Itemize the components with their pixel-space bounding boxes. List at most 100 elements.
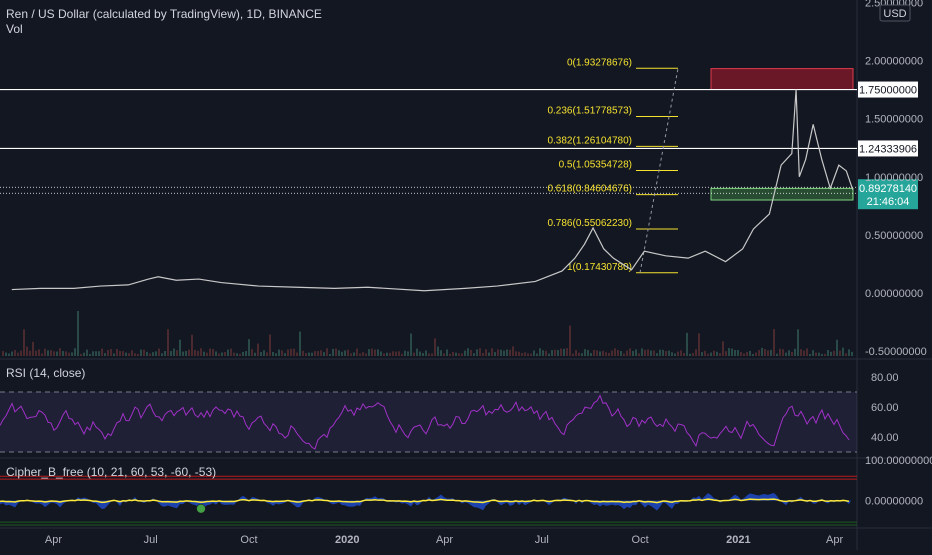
resistance-zone[interactable] bbox=[711, 69, 853, 90]
volume-bar bbox=[236, 353, 238, 356]
volume-bar bbox=[827, 350, 829, 356]
currency-badge[interactable]: USD bbox=[880, 5, 910, 21]
volume-bar bbox=[578, 353, 580, 356]
volume-bar bbox=[686, 333, 688, 356]
volume-bar bbox=[788, 350, 790, 356]
volume-bar bbox=[560, 349, 562, 356]
volume-bar bbox=[194, 350, 196, 356]
volume-bar bbox=[605, 352, 607, 356]
volume-bar bbox=[617, 350, 619, 356]
volume-bar bbox=[641, 348, 643, 356]
volume-bar bbox=[278, 350, 280, 356]
volume-bar bbox=[785, 353, 787, 356]
volume-bar bbox=[602, 351, 604, 356]
volume-bar bbox=[674, 353, 676, 356]
volume-bar bbox=[503, 351, 505, 356]
volume-bar bbox=[368, 349, 370, 356]
volume-bar bbox=[275, 353, 277, 356]
cipher-buy-dot bbox=[197, 504, 206, 513]
volume-bar bbox=[797, 329, 799, 356]
volume-bar bbox=[266, 352, 268, 356]
volume-bar bbox=[413, 353, 415, 356]
volume-bars bbox=[2, 311, 853, 356]
volume-bar bbox=[287, 349, 289, 356]
volume-bar bbox=[155, 351, 157, 356]
volume-bar bbox=[149, 354, 151, 356]
volume-bar bbox=[314, 351, 316, 356]
volume-bar bbox=[284, 353, 286, 356]
volume-bar bbox=[497, 349, 499, 356]
volume-bar bbox=[728, 348, 730, 356]
price-axis-tick: 1.50000000 bbox=[865, 114, 923, 126]
chart-canvas: 1.750000001.243339060.86000000 0(1.93278… bbox=[0, 0, 932, 550]
volume-bar bbox=[803, 351, 805, 356]
volume-bar bbox=[470, 350, 472, 356]
currency-label: USD bbox=[883, 8, 906, 20]
volume-bar bbox=[71, 352, 73, 356]
volume-bar bbox=[596, 350, 598, 356]
volume-bar bbox=[38, 349, 40, 356]
volume-bar bbox=[623, 354, 625, 356]
volume-bar bbox=[716, 352, 718, 356]
volume-bar bbox=[653, 351, 655, 356]
horizontal-levels: 1.750000001.243339060.86000000 bbox=[0, 82, 918, 201]
volume-bar bbox=[104, 353, 106, 356]
volume-bar bbox=[644, 350, 646, 356]
volume-bar bbox=[518, 352, 520, 356]
volume-bar bbox=[173, 349, 175, 356]
volume-bar bbox=[773, 329, 775, 356]
volume-bar bbox=[677, 352, 679, 356]
volume-bar bbox=[821, 354, 823, 356]
volume-bar bbox=[398, 351, 400, 356]
volume-bar bbox=[668, 351, 670, 356]
volume-bar bbox=[44, 349, 46, 356]
volume-bar bbox=[119, 351, 121, 356]
volume-bar bbox=[335, 349, 337, 356]
volume-bar bbox=[107, 350, 109, 356]
volume-bar bbox=[656, 353, 658, 356]
volume-bar bbox=[371, 349, 373, 356]
volume-bar bbox=[710, 353, 712, 356]
volume-bar bbox=[659, 350, 661, 356]
volume-bar bbox=[770, 350, 772, 356]
volume-bar bbox=[743, 353, 745, 356]
volume-bar bbox=[224, 352, 226, 356]
volume-bar bbox=[290, 349, 292, 356]
volume-bar bbox=[680, 350, 682, 356]
volume-bar bbox=[116, 349, 118, 356]
countdown-label: 21:46:04 bbox=[867, 196, 910, 208]
volume-bar bbox=[248, 339, 250, 356]
volume-bar bbox=[218, 353, 220, 356]
volume-bar bbox=[101, 349, 103, 356]
volume-bar bbox=[551, 350, 553, 356]
volume-bar bbox=[86, 350, 88, 356]
volume-bar bbox=[611, 350, 613, 356]
volume-bar bbox=[137, 354, 139, 356]
volume-bar bbox=[164, 351, 166, 356]
volume-bar bbox=[452, 352, 454, 356]
volume-bar bbox=[431, 353, 433, 356]
volume-bar bbox=[23, 329, 25, 356]
volume-bar bbox=[95, 351, 97, 356]
support-zone[interactable] bbox=[711, 188, 853, 200]
volume-bar bbox=[446, 350, 448, 356]
time-axis-tick: 2020 bbox=[335, 534, 359, 546]
rsi-pane bbox=[0, 392, 857, 452]
volume-bar bbox=[566, 348, 568, 356]
volume-bar bbox=[41, 354, 43, 356]
zones bbox=[711, 69, 853, 200]
volume-bar bbox=[758, 350, 760, 356]
volume-bar bbox=[548, 354, 550, 356]
volume-bar bbox=[311, 353, 313, 356]
volume-bar bbox=[776, 354, 778, 356]
volume-bar bbox=[233, 353, 235, 356]
volume-bar bbox=[347, 350, 349, 356]
volume-bar bbox=[428, 353, 430, 356]
volume-bar bbox=[818, 353, 820, 356]
volume-bar bbox=[791, 352, 793, 356]
volume-bar bbox=[806, 348, 808, 356]
chart-root: 1.750000001.243339060.86000000 0(1.93278… bbox=[0, 0, 932, 550]
fib-level-label: 0.236(1.51778573) bbox=[547, 106, 632, 117]
volume-bar bbox=[386, 353, 388, 356]
volume-bar bbox=[704, 351, 706, 356]
